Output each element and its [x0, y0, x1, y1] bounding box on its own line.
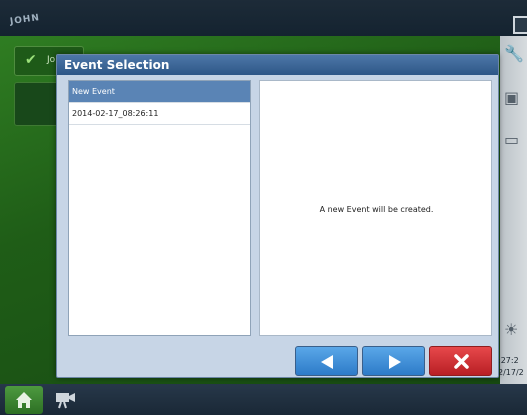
background-panel[interactable]: [14, 82, 60, 126]
video-button[interactable]: [55, 389, 77, 413]
home-icon: [16, 392, 32, 408]
clock-time: :27:2: [498, 356, 519, 365]
list-item-event[interactable]: 2014-02-17_08:26:11: [69, 103, 250, 125]
brand-logo: JOHN: [9, 12, 41, 28]
sun-icon[interactable]: ☀: [504, 320, 527, 346]
event-list[interactable]: New Event 2014-02-17_08:26:11: [68, 80, 251, 336]
left-arrow-icon: [321, 355, 333, 369]
close-icon: [454, 354, 469, 369]
previous-button[interactable]: [295, 346, 358, 376]
gps-icon[interactable]: ▣: [504, 88, 527, 114]
event-info-pane: A new Event will be created.: [259, 80, 492, 336]
right-arrow-icon: [389, 355, 401, 369]
check-icon: ✔: [25, 52, 37, 68]
background-job-label: Jo: [47, 55, 56, 65]
list-item-new-event[interactable]: New Event: [69, 81, 250, 103]
home-button[interactable]: [5, 386, 43, 414]
bottom-bar: [0, 384, 527, 415]
event-selection-dialog: Event Selection New Event 2014-02-17_08:…: [56, 54, 499, 378]
cancel-button[interactable]: [429, 346, 492, 376]
next-button[interactable]: [362, 346, 425, 376]
dialog-title: Event Selection: [57, 55, 498, 75]
wrench-icon[interactable]: 🔧: [504, 44, 527, 70]
clock-date: 2/17/2: [498, 368, 524, 377]
display-icon[interactable]: ▭: [504, 130, 527, 156]
info-message: A new Event will be created.: [319, 205, 434, 214]
right-shortcut-panel: 🔧 ▣ ▭ ☀: [500, 36, 527, 384]
video-camera-icon: [56, 393, 75, 409]
top-bar: JOHN: [0, 0, 527, 36]
top-right-button[interactable]: [513, 16, 527, 34]
